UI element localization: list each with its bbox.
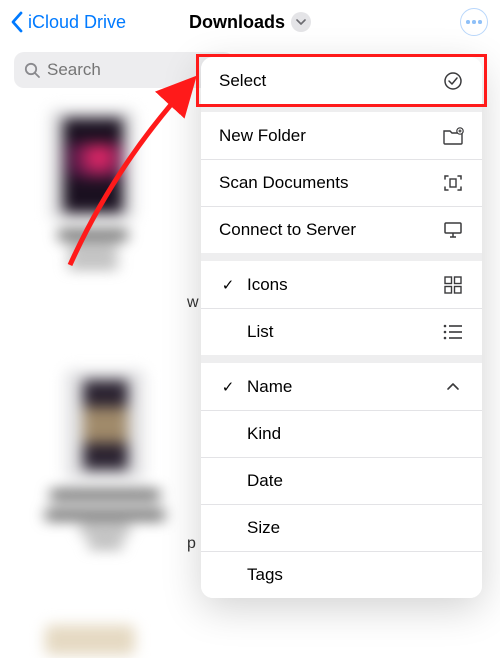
nav-header: iCloud Drive Downloads [0,0,500,44]
search-icon [24,62,41,79]
menu-label: Select [219,71,266,91]
select-icon [442,70,464,92]
chevron-up-icon [442,376,464,398]
menu-label: Connect to Server [219,220,356,240]
menu-item-scan-documents[interactable]: Scan Documents [201,159,482,206]
menu-label: Tags [247,565,283,585]
menu-label: List [247,322,273,342]
grid-icon [442,274,464,296]
chevron-left-icon [10,11,24,33]
chevron-down-icon [291,12,311,32]
menu-item-sort-kind[interactable]: Kind [201,410,482,457]
menu-item-sort-size[interactable]: Size [201,504,482,551]
list-icon [442,321,464,343]
page-title: Downloads [189,12,285,33]
menu-item-new-folder[interactable]: New Folder [201,112,482,159]
back-button[interactable]: iCloud Drive [0,11,126,33]
menu-item-sort-tags[interactable]: Tags [201,551,482,598]
menu-item-sort-date[interactable]: Date [201,457,482,504]
menu-item-view-list[interactable]: List [201,308,482,355]
bg-letter: w [187,294,199,312]
folder-title-button[interactable]: Downloads [189,12,311,33]
menu-label: Date [247,471,283,491]
menu-item-connect-server[interactable]: Connect to Server [201,206,482,253]
new-folder-icon [442,125,464,147]
menu-item-view-icons[interactable]: ✓ Icons [201,261,482,308]
menu-label: Scan Documents [219,173,348,193]
bg-letter: p [187,535,196,553]
menu-label: Kind [247,424,281,444]
menu-item-sort-name[interactable]: ✓ Name [201,363,482,410]
context-menu: Select New Folder Scan Documents Connect… [201,57,482,598]
scan-icon [442,172,464,194]
checkmark-icon: ✓ [219,276,237,294]
more-button[interactable] [460,8,488,36]
menu-label: Name [247,377,292,397]
menu-label: New Folder [219,126,306,146]
checkmark-icon: ✓ [219,378,237,396]
menu-item-select[interactable]: Select [201,57,482,104]
server-icon [442,219,464,241]
menu-label: Size [247,518,280,538]
ellipsis-icon [466,20,482,24]
menu-label: Icons [247,275,288,295]
back-label: iCloud Drive [28,12,126,33]
files-screen: iCloud Drive Downloads [0,0,500,658]
search-input[interactable] [47,60,224,80]
